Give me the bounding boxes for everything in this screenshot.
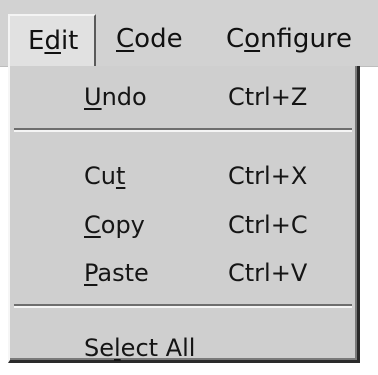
screenshot: Edit Code Configure Undo Ctrl+Z Cut Ctrl… [0,0,378,375]
menu-item-paste-label: Paste [84,248,149,298]
menu-code-accelerator: C [116,24,135,54]
menu-configure-accelerator: o [244,24,261,54]
menu-item-cut-label: Cut [84,151,125,201]
menu-separator [14,304,352,308]
menu-item-undo-shortcut: Ctrl+Z [228,83,308,111]
menu-item-select-all[interactable]: Select All [10,323,355,373]
menu-item-paste[interactable]: Paste Ctrl+V [10,248,355,298]
menu-item-copy-post: opy [100,211,145,239]
menu-code[interactable]: Code [116,14,183,66]
menu-item-select-all-post: ect All [120,334,196,362]
menu-item-copy-label: Copy [84,200,145,250]
menu-item-undo[interactable]: Undo Ctrl+Z [10,72,355,122]
menu-item-undo-accelerator: U [84,83,102,111]
menu-edit-accelerator: d [44,26,61,56]
menu-item-select-all-accelerator: l [114,334,121,362]
menu-item-paste-post: aste [97,259,149,287]
menu-item-paste-shortcut: Ctrl+V [228,259,308,287]
menu-edit[interactable]: Edit [8,14,96,66]
menu-item-undo-label: Undo [84,72,147,122]
menu-configure-pre: C [226,24,245,54]
menu-item-undo-post: ndo [101,83,147,111]
menu-item-cut[interactable]: Cut Ctrl+X [10,151,355,201]
menu-edit-post: it [60,26,79,56]
menu-item-copy[interactable]: Copy Ctrl+C [10,200,355,250]
menu-item-copy-shortcut: Ctrl+C [228,211,308,239]
menu-configure[interactable]: Configure [226,14,352,66]
menu-edit-pre: E [28,26,45,56]
menu-code-post: ode [134,24,183,54]
menu-bar: Edit Code Configure [0,0,378,67]
menu-separator [14,128,352,132]
menu-configure-post: nfigure [260,24,353,54]
menu-item-cut-shortcut: Ctrl+X [228,162,308,190]
menu-item-paste-accelerator: P [84,259,98,287]
menu-item-cut-pre: Cu [84,162,116,190]
menu-item-copy-accelerator: C [84,211,101,239]
menu-item-select-all-label: Select All [84,323,195,373]
edit-dropdown-menu: Undo Ctrl+Z Cut Ctrl+X Copy Ctrl+C Paste… [8,66,360,363]
menu-item-select-all-pre: Se [84,334,114,362]
menu-item-cut-accelerator: t [115,162,126,190]
